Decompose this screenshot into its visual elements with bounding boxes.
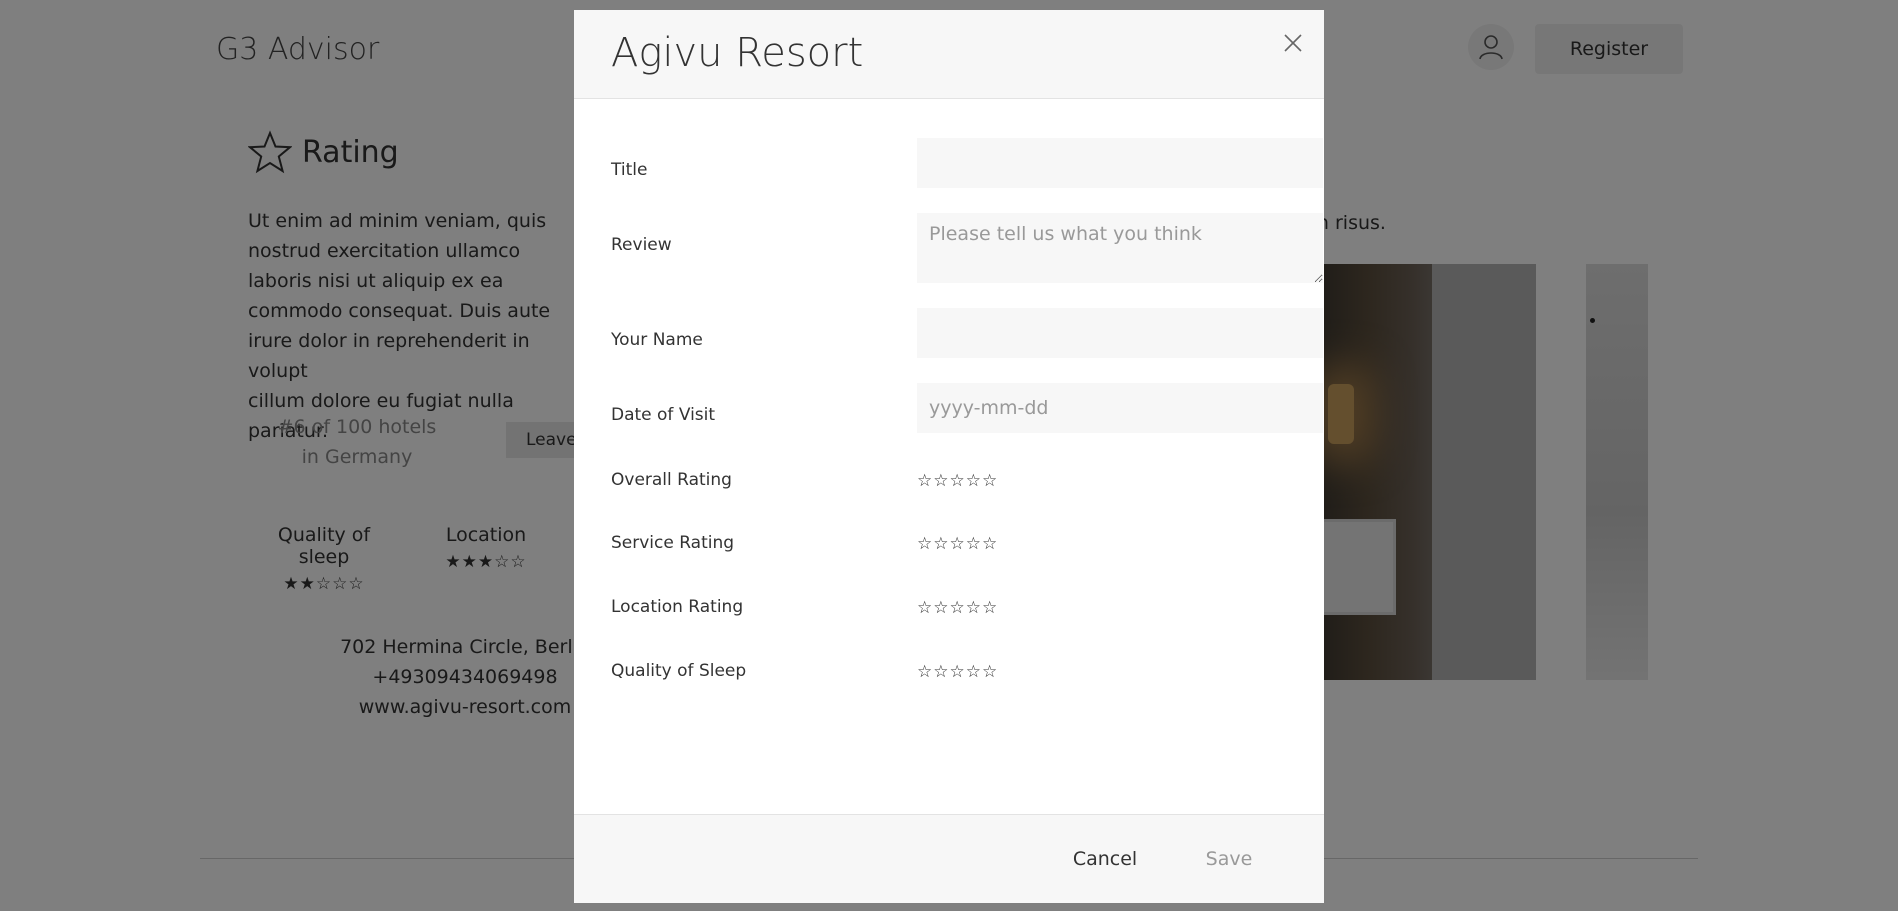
sleep-rating-stars[interactable]: ☆☆☆☆☆	[917, 662, 998, 682]
save-button[interactable]: Save	[1184, 839, 1274, 879]
cancel-button[interactable]: Cancel	[1052, 839, 1158, 879]
close-button[interactable]	[1278, 28, 1308, 58]
close-icon	[1284, 34, 1302, 52]
service-rating-stars[interactable]: ☆☆☆☆☆	[917, 534, 998, 554]
modal-header: Agivu Resort	[574, 10, 1324, 99]
date-label: Date of Visit	[611, 405, 716, 425]
review-modal: Agivu Resort Title Review Your Name Date…	[574, 10, 1324, 903]
location-rating-label: Location Rating	[611, 597, 744, 617]
review-textarea[interactable]	[917, 213, 1323, 283]
name-label: Your Name	[611, 330, 703, 350]
modal-footer: Cancel Save	[574, 814, 1324, 903]
title-input[interactable]	[917, 138, 1323, 188]
name-input[interactable]	[917, 308, 1323, 358]
review-label: Review	[611, 235, 672, 255]
date-input[interactable]	[917, 383, 1323, 433]
overall-rating-label: Overall Rating	[611, 470, 732, 490]
service-rating-label: Service Rating	[611, 533, 735, 553]
title-label: Title	[611, 160, 648, 180]
sleep-rating-label: Quality of Sleep	[611, 661, 747, 681]
modal-title: Agivu Resort	[611, 30, 864, 76]
overall-rating-stars[interactable]: ☆☆☆☆☆	[917, 471, 998, 491]
location-rating-stars[interactable]: ☆☆☆☆☆	[917, 598, 998, 618]
